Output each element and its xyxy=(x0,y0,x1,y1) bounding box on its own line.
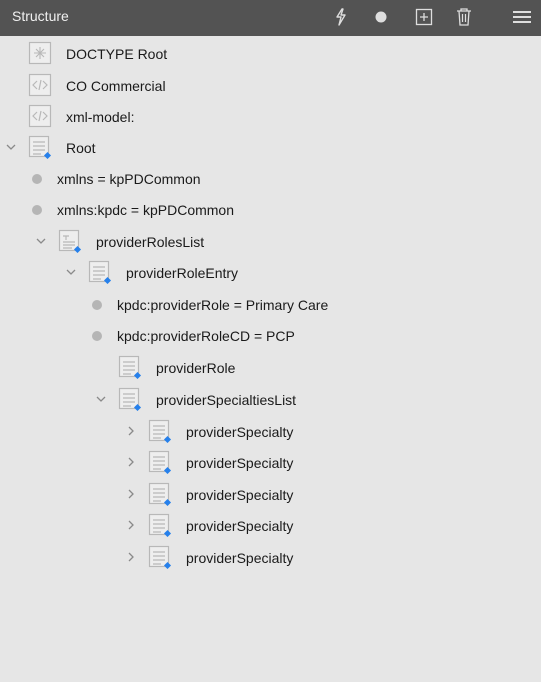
chevron-down-icon[interactable] xyxy=(4,140,18,154)
chevron-right-icon[interactable] xyxy=(124,518,138,532)
chevron-right-icon[interactable] xyxy=(124,424,138,438)
tree-node-label: providerRolesList xyxy=(96,234,205,250)
tree-row[interactable]: CO Commercial xyxy=(0,72,541,100)
tree-row[interactable]: providerRole xyxy=(0,354,541,382)
tree-node-label: providerRole xyxy=(156,360,236,376)
element-icon xyxy=(88,260,112,285)
tree-row[interactable]: providerSpecialty xyxy=(0,481,541,509)
tree-node-label: providerSpecialty xyxy=(186,487,294,503)
chevron-right-icon[interactable] xyxy=(124,455,138,469)
tree-row[interactable]: DOCTYPE Root xyxy=(0,40,541,68)
tree-row[interactable]: xmlns = kpPDCommon xyxy=(0,165,541,193)
tree-node-label: providerRoleEntry xyxy=(126,265,239,281)
tree-row[interactable]: xmlns:kpdc = kpPDCommon xyxy=(0,196,541,224)
tree-row[interactable]: providerSpecialty xyxy=(0,418,541,446)
add-icon[interactable] xyxy=(412,5,436,29)
element-icon xyxy=(148,419,172,444)
attribute-dot-icon xyxy=(92,300,102,310)
tree-node-label: kpdc:providerRoleCD = PCP xyxy=(117,328,295,344)
tree-node-label: providerSpecialty xyxy=(186,424,294,440)
tree-node-label: kpdc:providerRole = Primary Care xyxy=(117,297,329,313)
attribute-dot-icon xyxy=(32,174,42,184)
chevron-right-icon[interactable] xyxy=(124,550,138,564)
panel-title: Structure xyxy=(12,8,69,24)
tree-node-label: xmlns:kpdc = kpPDCommon xyxy=(57,202,235,218)
tree-node-label: DOCTYPE Root xyxy=(66,46,168,62)
panel-header: Structure xyxy=(0,0,541,36)
chevron-right-icon[interactable] xyxy=(124,487,138,501)
tree-row[interactable]: kpdc:providerRoleCD = PCP xyxy=(0,322,541,350)
element-icon xyxy=(148,545,172,570)
processing-instruction-icon xyxy=(28,73,52,97)
chevron-down-icon[interactable] xyxy=(34,234,48,248)
tree-row[interactable]: providerRolesList xyxy=(0,228,541,256)
structure-panel: Structure DOCTYPE Root CO Commercial xml-m… xyxy=(0,0,541,682)
tree-row[interactable]: Root xyxy=(0,134,541,162)
chevron-down-icon[interactable] xyxy=(64,265,78,279)
record-dot-icon[interactable] xyxy=(369,5,393,29)
tree-row[interactable]: providerSpecialtiesList xyxy=(0,386,541,414)
chevron-down-icon[interactable] xyxy=(94,392,108,406)
tree-row[interactable]: providerSpecialty xyxy=(0,512,541,540)
trash-icon[interactable] xyxy=(452,5,476,29)
element-list-icon xyxy=(58,229,82,254)
tree-row[interactable]: providerRoleEntry xyxy=(0,259,541,287)
element-icon xyxy=(148,482,172,507)
attribute-dot-icon xyxy=(92,331,102,341)
tree-node-label: CO Commercial xyxy=(66,78,166,94)
tree-node-label: xmlns = kpPDCommon xyxy=(57,171,201,187)
element-icon xyxy=(148,513,172,538)
tree-row[interactable]: kpdc:providerRole = Primary Care xyxy=(0,291,541,319)
tree-node-label: providerSpecialty xyxy=(186,518,294,534)
element-icon xyxy=(118,387,142,412)
attribute-dot-icon xyxy=(32,205,42,215)
element-icon xyxy=(148,450,172,475)
tree-node-label: providerSpecialty xyxy=(186,455,294,471)
tree-row[interactable]: providerSpecialty xyxy=(0,544,541,572)
tree-node-label: Root xyxy=(66,140,96,156)
tree-node-label: xml-model: xyxy=(66,109,135,125)
tree-node-label: providerSpecialty xyxy=(186,550,294,566)
tree-node-label: providerSpecialtiesList xyxy=(156,392,297,408)
element-icon xyxy=(118,355,142,380)
tree-row[interactable]: xml-model: xyxy=(0,103,541,131)
tree-row[interactable]: providerSpecialty xyxy=(0,449,541,477)
doctype-icon xyxy=(28,41,52,65)
processing-instruction-icon xyxy=(28,104,52,128)
element-icon xyxy=(28,135,52,160)
menu-icon[interactable] xyxy=(510,5,534,29)
flash-icon[interactable] xyxy=(329,5,353,29)
